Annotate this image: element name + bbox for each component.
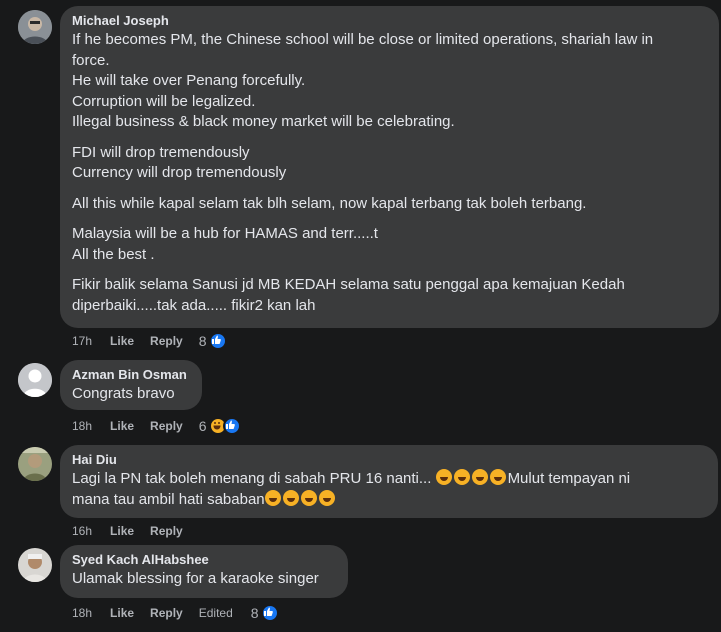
comment-text-line: Ulamak blessing for a karaoke singer bbox=[72, 570, 319, 587]
grinning-emoji-icon bbox=[318, 489, 335, 506]
comment-bubble: Hai Diu Lagi la PN tak boleh menang di s… bbox=[60, 445, 718, 518]
grinning-emoji-icon bbox=[300, 489, 317, 506]
comment-text-line: All the best . bbox=[72, 245, 155, 263]
laughing-emoji-icon bbox=[453, 469, 470, 485]
reply-button[interactable]: Reply bbox=[150, 334, 183, 348]
laughing-emoji-icon bbox=[489, 469, 506, 485]
comment-text-line: All this while kapal selam tak blh selam… bbox=[72, 194, 587, 212]
reaction-count[interactable]: 6 bbox=[199, 418, 207, 434]
comment-author[interactable]: Syed Kach AlHabshee bbox=[72, 551, 336, 569]
comment-text-line: mana tau ambil hati sababan bbox=[72, 489, 706, 511]
comment-actions: 17h Like Reply 8 bbox=[72, 331, 227, 351]
comment-actions: 18h Like Reply Edited 8 bbox=[72, 603, 279, 623]
comment-text-line: He will take over Penang forcefully. bbox=[72, 72, 306, 89]
comment-text-line: FDI will drop tremendously bbox=[72, 143, 250, 161]
comment-timestamp[interactable]: 18h bbox=[72, 606, 92, 620]
edited-label[interactable]: Edited bbox=[199, 606, 233, 620]
like-button[interactable]: Like bbox=[110, 524, 134, 538]
comment-author[interactable]: Azman Bin Osman bbox=[72, 366, 190, 384]
reply-button[interactable]: Reply bbox=[150, 524, 183, 538]
reaction-count[interactable]: 8 bbox=[251, 605, 259, 621]
avatar[interactable] bbox=[18, 447, 52, 481]
reaction-count[interactable]: 8 bbox=[199, 333, 207, 349]
laughing-emoji-icon bbox=[435, 469, 452, 485]
comment-actions: 16h Like Reply bbox=[72, 521, 199, 541]
comment-text-line: Corruption will be legalized. bbox=[72, 92, 256, 110]
comment-timestamp[interactable]: 18h bbox=[72, 419, 92, 433]
comment-text-line: Fikir balik selama Sanusi jd MB KEDAH se… bbox=[72, 276, 625, 293]
grinning-emoji-icon bbox=[282, 489, 299, 506]
comment-text-line: If he becomes PM, the Chinese school wil… bbox=[72, 31, 654, 48]
avatar[interactable] bbox=[18, 10, 52, 44]
comment-text-line: Congrats bravo bbox=[72, 385, 175, 402]
comment-text-segment: Mulut tempayan ni bbox=[507, 470, 631, 487]
reply-button[interactable]: Reply bbox=[150, 606, 183, 620]
comment-timestamp[interactable]: 16h bbox=[72, 524, 92, 538]
comment-text-segment: Lagi la PN tak boleh menang di sabah PRU… bbox=[72, 470, 436, 487]
like-icon[interactable] bbox=[260, 604, 279, 622]
comment-timestamp[interactable]: 17h bbox=[72, 334, 92, 348]
comment-bubble: Michael Joseph If he becomes PM, the Chi… bbox=[60, 6, 719, 328]
comment-text-line: Malaysia will be a hub for HAMAS and ter… bbox=[72, 225, 378, 242]
comment-text-line: Illegal business & black money market wi… bbox=[72, 113, 455, 130]
avatar[interactable] bbox=[18, 548, 52, 582]
grinning-emoji-icon bbox=[264, 489, 281, 506]
comment-actions: 18h Like Reply 6 bbox=[72, 416, 241, 436]
comment-author[interactable]: Michael Joseph bbox=[72, 12, 707, 30]
comment-bubble: Azman Bin Osman Congrats bravo bbox=[60, 360, 202, 410]
like-button[interactable]: Like bbox=[110, 606, 134, 620]
avatar[interactable] bbox=[18, 363, 52, 397]
comment-text-line: diperbaiki.....tak ada..... fikir2 kan l… bbox=[72, 296, 316, 314]
comment-author[interactable]: Hai Diu bbox=[72, 451, 706, 469]
comment-text-line: force. bbox=[72, 51, 110, 69]
laughing-emoji-icon bbox=[471, 469, 488, 485]
like-icon[interactable] bbox=[208, 332, 227, 350]
comment-text-line: Lagi la PN tak boleh menang di sabah PRU… bbox=[72, 469, 706, 490]
comment-text-line: Currency will drop tremendously bbox=[72, 164, 287, 181]
like-button[interactable]: Like bbox=[110, 334, 134, 348]
comment-text-segment: mana tau ambil hati sababan bbox=[72, 490, 265, 508]
like-icon[interactable] bbox=[222, 417, 241, 435]
comment-bubble: Syed Kach AlHabshee Ulamak blessing for … bbox=[60, 545, 348, 598]
reply-button[interactable]: Reply bbox=[150, 419, 183, 433]
like-button[interactable]: Like bbox=[110, 419, 134, 433]
